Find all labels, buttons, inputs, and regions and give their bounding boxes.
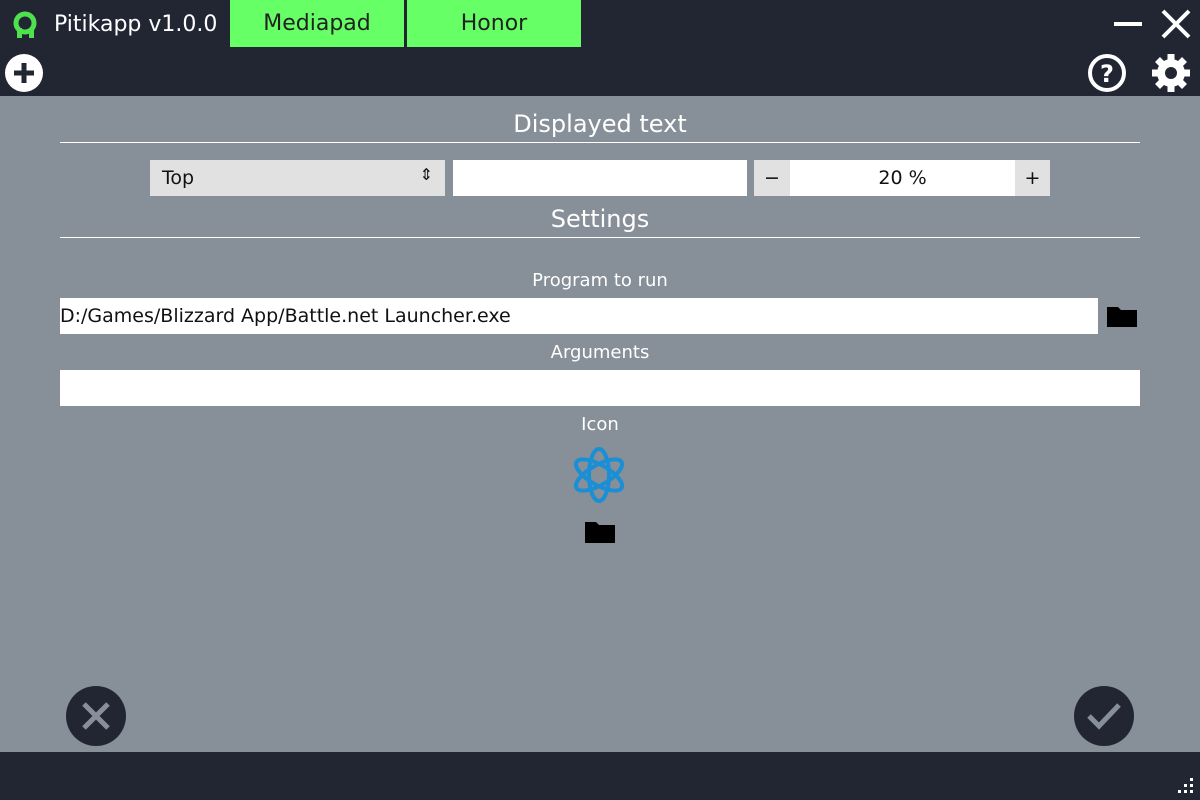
program-label: Program to run (532, 270, 668, 291)
displayed-text-input[interactable] (453, 160, 747, 196)
program-input[interactable]: D:/Games/Blizzard App/Battle.net Launche… (60, 298, 1098, 334)
tab-mediapad[interactable]: Mediapad (230, 0, 404, 47)
size-input[interactable]: 20 % (790, 160, 1015, 196)
arguments-input[interactable] (60, 370, 1140, 406)
resize-grip-icon[interactable] (1176, 776, 1196, 796)
program-browse-folder-icon[interactable] (1106, 304, 1138, 328)
add-icon[interactable] (4, 53, 44, 93)
displayed-text-heading: Displayed text (60, 110, 1140, 143)
close-icon[interactable] (1161, 9, 1191, 39)
tab-honor[interactable]: Honor (407, 0, 581, 47)
x-icon (82, 702, 110, 730)
battlenet-app-icon (573, 447, 625, 503)
app-logo-icon (13, 11, 37, 38)
help-icon[interactable]: ? (1086, 53, 1128, 93)
title-bar: Pitikapp v1.0.0 Mediapad Honor ? (0, 0, 1200, 96)
updown-chevron-icon: ⇕ (419, 165, 433, 184)
confirm-button[interactable] (1074, 686, 1134, 746)
svg-text:?: ? (1100, 60, 1114, 88)
minimize-icon[interactable] (1114, 12, 1144, 36)
position-select[interactable]: Top ⇕ (150, 160, 445, 196)
checkmark-icon (1087, 703, 1121, 730)
settings-heading: Settings (60, 205, 1140, 238)
position-select-value: Top (162, 167, 195, 189)
icon-browse-folder-icon[interactable] (584, 519, 616, 545)
arguments-label: Arguments (550, 342, 650, 363)
app-title: Pitikapp v1.0.0 (54, 12, 218, 37)
size-decrease-button[interactable]: − (754, 160, 790, 196)
settings-gear-icon[interactable] (1150, 52, 1192, 94)
icon-label: Icon (581, 414, 619, 435)
status-bar (0, 752, 1200, 800)
size-increase-button[interactable]: + (1015, 160, 1050, 196)
cancel-button[interactable] (66, 686, 126, 746)
